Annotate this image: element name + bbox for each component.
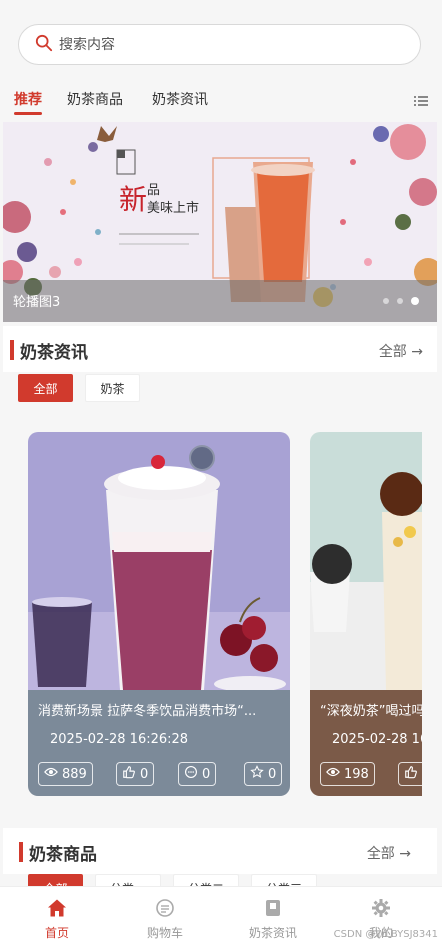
banner-carousel[interactable]: 新 品 美味上市 轮播图3 bbox=[3, 122, 437, 322]
news-filter-milk-tea[interactable]: 奶茶 bbox=[85, 374, 140, 402]
home-icon bbox=[47, 898, 67, 918]
tabbar-cart-label: 购物车 bbox=[146, 926, 183, 940]
likes-stat[interactable]: 0 bbox=[398, 762, 422, 786]
top-tabs: 推荐 奶茶商品 奶茶资讯 bbox=[0, 80, 442, 120]
favorites-stat[interactable]: 0 bbox=[244, 762, 283, 786]
news-card-title: 消费新场景 拉萨冬季饮品消费市场“... bbox=[38, 704, 257, 719]
news-card-info: 消费新场景 拉萨冬季饮品消费市场“... 2025-02-28 16:26:28… bbox=[28, 690, 290, 796]
tabbar-home[interactable]: 首页 bbox=[2, 887, 112, 946]
news-card-date: 2025-02-28 16: bbox=[332, 732, 422, 747]
goods-section-title: 奶茶商品 bbox=[29, 845, 97, 865]
tabbar-home-label: 首页 bbox=[44, 926, 69, 940]
carousel-dot[interactable] bbox=[397, 298, 403, 304]
thumbs-up-icon bbox=[404, 765, 418, 783]
bottom-tab-bar: 首页 购物车 奶茶资讯 我的 CSDN @WLBYSJ8341 bbox=[0, 886, 442, 946]
search-area bbox=[0, 0, 442, 80]
tabbar-cart[interactable]: 购物车 bbox=[110, 887, 220, 946]
section-accent-bar bbox=[19, 842, 23, 862]
tab-milk-tea-news[interactable]: 奶茶资讯 bbox=[152, 89, 208, 109]
news-more-link[interactable]: 全部 → bbox=[379, 341, 423, 361]
search-icon bbox=[35, 34, 53, 56]
views-count: 889 bbox=[62, 766, 87, 782]
tabbar-news[interactable]: 奶茶资讯 bbox=[218, 887, 328, 946]
thumbs-up-icon bbox=[122, 765, 136, 783]
views-stat[interactable]: 889 bbox=[38, 762, 93, 786]
banner-caption-bar bbox=[3, 280, 437, 322]
news-card-image bbox=[28, 432, 290, 690]
views-count: 198 bbox=[344, 766, 369, 782]
search-input[interactable] bbox=[59, 36, 379, 53]
favorites-count: 0 bbox=[268, 766, 277, 782]
carousel-indicator bbox=[383, 297, 419, 305]
banner-new-char: 新 bbox=[119, 183, 147, 216]
views-stat[interactable]: 198 bbox=[320, 762, 375, 786]
gear-icon bbox=[371, 898, 391, 918]
news-section-header: 奶茶资讯 全部 → bbox=[3, 326, 437, 372]
news-card-image bbox=[310, 432, 422, 690]
carousel-dot-active[interactable] bbox=[411, 297, 419, 305]
news-card-info: “深夜奶茶”喝过吗 2025-02-28 16: 198 0 bbox=[310, 690, 422, 796]
likes-count: 0 bbox=[140, 766, 149, 782]
star-icon bbox=[250, 765, 264, 783]
banner-new-char-small: 品 bbox=[147, 183, 160, 198]
tab-milk-tea-goods[interactable]: 奶茶商品 bbox=[67, 89, 123, 109]
banner-caption: 轮播图3 bbox=[13, 295, 61, 310]
tabbar-news-label: 奶茶资讯 bbox=[248, 926, 297, 940]
tab-recommend[interactable]: 推荐 bbox=[14, 89, 42, 115]
eye-icon bbox=[326, 765, 340, 783]
news-section-title: 奶茶资讯 bbox=[20, 343, 88, 363]
list-menu-icon[interactable] bbox=[414, 92, 428, 106]
comment-icon bbox=[184, 765, 198, 783]
banner-headline: 美味上市 bbox=[147, 200, 199, 216]
comments-stat[interactable]: 0 bbox=[178, 762, 217, 786]
news-icon bbox=[263, 898, 283, 918]
eye-icon bbox=[44, 765, 58, 783]
goods-section-header: 奶茶商品 全部 → bbox=[3, 828, 437, 874]
section-accent-bar bbox=[10, 340, 14, 360]
search-box[interactable] bbox=[18, 24, 421, 65]
goods-more-link[interactable]: 全部 → bbox=[367, 843, 411, 863]
news-filter-all[interactable]: 全部 bbox=[18, 374, 73, 402]
watermark: CSDN @WLBYSJ8341 bbox=[333, 929, 438, 940]
news-card[interactable]: “深夜奶茶”喝过吗 2025-02-28 16: 198 0 bbox=[310, 432, 422, 796]
carousel-dot[interactable] bbox=[383, 298, 389, 304]
comments-count: 0 bbox=[202, 766, 211, 782]
news-card[interactable]: 消费新场景 拉萨冬季饮品消费市场“... 2025-02-28 16:26:28… bbox=[28, 432, 290, 796]
cart-icon bbox=[155, 898, 175, 918]
news-card-date: 2025-02-28 16:26:28 bbox=[50, 732, 189, 747]
news-card-title: “深夜奶茶”喝过吗 bbox=[320, 704, 422, 719]
likes-stat[interactable]: 0 bbox=[116, 762, 155, 786]
